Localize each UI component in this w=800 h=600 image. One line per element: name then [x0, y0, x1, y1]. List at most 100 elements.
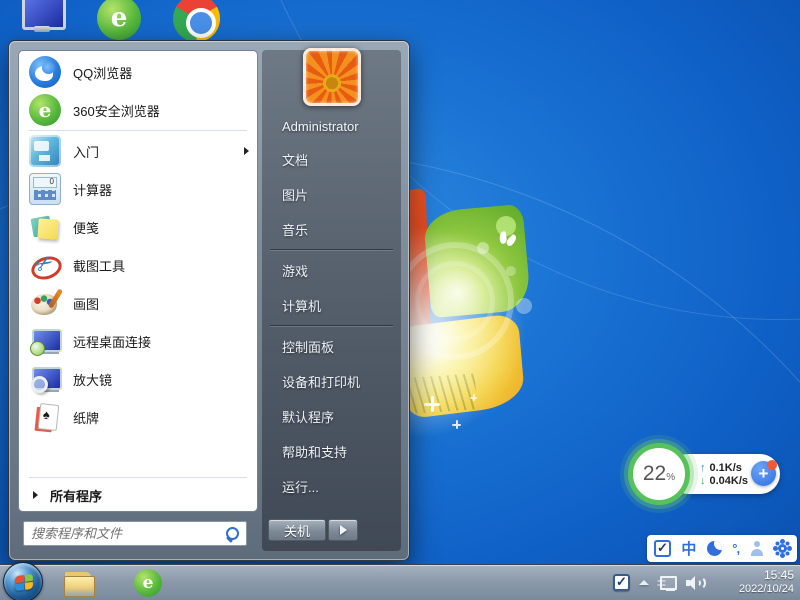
magnifier-icon	[29, 363, 61, 395]
submenu-arrow-icon	[244, 147, 249, 155]
shutdown-button[interactable]: 关机	[268, 519, 326, 541]
user-menu-help-support[interactable]: 帮助和支持	[262, 434, 401, 469]
menu-separator	[270, 325, 393, 327]
start-menu-left-column: QQ浏览器 360安全浏览器 入门 计算器 便笺	[18, 50, 258, 551]
windows-flag-icon	[15, 574, 33, 592]
user-menu-games[interactable]: 游戏	[262, 253, 401, 288]
all-programs-label: 所有程序	[50, 486, 102, 505]
menu-item-magnifier[interactable]: 放大镜	[19, 360, 257, 398]
upload-speed-value: 0.1K/s	[710, 462, 742, 474]
user-menu-documents[interactable]: 文档	[262, 142, 401, 177]
wallpaper-sparkle	[424, 396, 440, 412]
calculator-icon	[29, 173, 61, 205]
search-box[interactable]	[23, 521, 247, 546]
ime-status-icon[interactable]	[654, 540, 671, 557]
ime-user-icon[interactable]	[750, 541, 765, 556]
menu-item-sticky-notes[interactable]: 便笺	[19, 208, 257, 246]
desktop-icon-computer[interactable]	[20, 0, 64, 38]
menu-item-calculator[interactable]: 计算器	[19, 170, 257, 208]
user-menu-devices-printers[interactable]: 设备和打印机	[262, 364, 401, 399]
shutdown-row: 关机	[268, 519, 401, 541]
user-menu-default-programs[interactable]: 默认程序	[262, 399, 401, 434]
tray-volume-icon[interactable]	[686, 575, 704, 591]
menu-item-label: 放大镜	[73, 370, 249, 389]
user-menu-music[interactable]: 音乐	[262, 212, 401, 247]
menu-item-qq-browser[interactable]: QQ浏览器	[19, 53, 257, 91]
shutdown-options-button[interactable]	[328, 519, 358, 541]
tray-clock[interactable]: 15:45 2022/10/24	[713, 568, 797, 597]
system-tray: 15:45 2022/10/24	[613, 565, 797, 600]
user-avatar[interactable]	[303, 48, 361, 106]
menu-item-snipping-tool[interactable]: 截图工具	[19, 246, 257, 284]
360-browser-icon	[29, 94, 61, 126]
taskbar: 15:45 2022/10/24	[0, 564, 800, 600]
menu-item-getting-started[interactable]: 入门	[19, 132, 257, 170]
menu-separator	[29, 477, 247, 478]
desktop-icon-360-browser[interactable]	[97, 0, 141, 40]
search-input[interactable]	[31, 526, 225, 541]
tray-network-icon[interactable]	[658, 575, 677, 591]
menu-item-label: 便笺	[73, 218, 249, 237]
start-button[interactable]	[3, 562, 43, 600]
wallpaper-sparkle	[452, 420, 461, 429]
all-programs-button[interactable]: 所有程序	[19, 479, 257, 511]
start-menu-programs-panel: QQ浏览器 360安全浏览器 入门 计算器 便笺	[18, 50, 258, 512]
taskbar-360-browser-button[interactable]	[134, 569, 162, 597]
user-name[interactable]: Administrator	[262, 110, 401, 142]
wallpaper-sparkle	[470, 394, 477, 401]
wallpaper-bokeh-dot	[506, 266, 516, 276]
menu-item-label: QQ浏览器	[73, 63, 249, 82]
search-icon[interactable]	[225, 526, 241, 542]
all-programs-arrow-icon	[33, 491, 38, 499]
remote-desktop-icon	[29, 325, 61, 357]
sticky-notes-icon	[29, 211, 61, 243]
menu-separator	[29, 130, 247, 131]
user-menu-control-panel[interactable]: 控制面板	[262, 329, 401, 364]
clock-date: 2022/10/24	[713, 583, 794, 597]
clock-time: 15:45	[713, 568, 794, 583]
menu-item-solitaire[interactable]: 纸牌	[19, 398, 257, 436]
qq-browser-icon	[29, 56, 61, 88]
tray-action-center-icon[interactable]	[613, 574, 630, 591]
wallpaper-bokeh-dot	[516, 298, 532, 314]
download-arrow-icon: ↓	[700, 475, 706, 487]
ime-punctuation-toggle[interactable]: °,	[732, 541, 739, 556]
wallpaper-bokeh-dot	[477, 242, 489, 254]
ime-fullwidth-moon-icon[interactable]	[707, 541, 722, 556]
taskbar-explorer-button[interactable]	[64, 571, 94, 596]
menu-separator	[270, 249, 393, 251]
paint-icon	[29, 287, 61, 319]
tray-show-hidden-icon[interactable]	[639, 580, 649, 585]
ime-settings-gear-icon[interactable]	[778, 544, 787, 553]
menu-item-label: 入门	[73, 142, 232, 161]
start-menu-right-column: Administrator 文档 图片 音乐 游戏 计算机 控制面板 设备和打印…	[262, 50, 401, 551]
wallpaper-ring	[415, 261, 495, 341]
user-menu-pictures[interactable]: 图片	[262, 177, 401, 212]
menu-spacer	[19, 436, 257, 476]
start-menu: QQ浏览器 360安全浏览器 入门 计算器 便笺	[8, 40, 410, 561]
download-speed-value: 0.04K/s	[710, 475, 749, 487]
getting-started-icon	[29, 135, 61, 167]
memory-percent-value: 22	[643, 462, 666, 486]
solitaire-icon	[29, 401, 61, 433]
widget-add-button[interactable]	[751, 461, 776, 486]
menu-item-label: 画图	[73, 294, 249, 313]
memory-percent-unit: %	[666, 472, 675, 483]
ime-mode-toggle[interactable]: 中	[681, 538, 696, 559]
user-menu-run[interactable]: 运行...	[262, 469, 401, 504]
desktop: QQ浏览器 360安全浏览器 入门 计算器 便笺	[0, 0, 800, 600]
menu-item-label: 计算器	[73, 180, 249, 199]
user-menu-computer[interactable]: 计算机	[262, 288, 401, 323]
desktop-icon-chrome[interactable]	[173, 0, 220, 42]
search-row	[18, 521, 258, 546]
upload-arrow-icon: ↑	[700, 462, 706, 474]
menu-item-remote-desktop[interactable]: 远程桌面连接	[19, 322, 257, 360]
menu-item-label: 截图工具	[73, 256, 249, 275]
ime-language-bar: 中 °,	[647, 535, 797, 562]
menu-item-360-browser[interactable]: 360安全浏览器	[19, 91, 257, 129]
menu-item-label: 360安全浏览器	[73, 101, 249, 120]
menu-item-label: 远程桌面连接	[73, 332, 249, 351]
snipping-tool-icon	[29, 249, 61, 281]
memory-usage-ball[interactable]: 22 %	[628, 443, 690, 505]
menu-item-paint[interactable]: 画图	[19, 284, 257, 322]
